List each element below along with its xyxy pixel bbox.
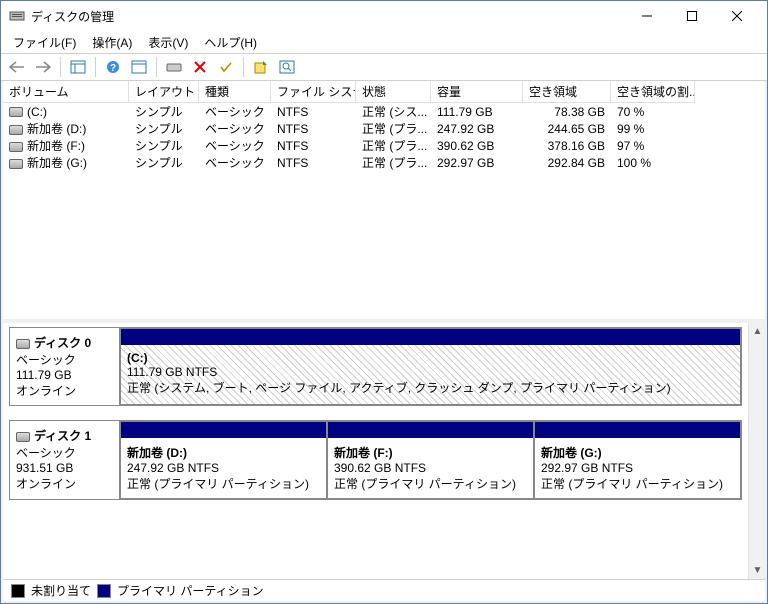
scroll-up-button[interactable]: ▲ xyxy=(749,323,766,340)
disk-button[interactable] xyxy=(162,56,186,78)
app-icon xyxy=(9,8,25,24)
volume-row[interactable]: 新加卷 (D:)シンプルベーシックNTFS正常 (プラ...247.92 GB2… xyxy=(3,120,765,137)
partition-header xyxy=(328,422,533,438)
col-volume[interactable]: ボリューム xyxy=(3,81,129,103)
legend: 未割り当て プライマリ パーティション xyxy=(3,579,765,601)
primary-label: プライマリ パーティション xyxy=(117,582,264,599)
maximize-button[interactable] xyxy=(669,2,714,31)
col-freepct[interactable]: 空き領域の割... xyxy=(611,81,695,103)
primary-swatch xyxy=(97,584,111,598)
col-status[interactable]: 状態 xyxy=(356,81,431,103)
menu-file[interactable]: ファイル(F) xyxy=(7,32,82,53)
delete-button[interactable] xyxy=(188,56,212,78)
forward-button[interactable] xyxy=(31,56,55,78)
disk-icon xyxy=(16,432,30,442)
volume-rows: (C:)シンプルベーシックNTFS正常 (シス...111.79 GB78.38… xyxy=(3,103,765,171)
volume-row[interactable]: 新加卷 (G:)シンプルベーシックNTFS正常 (プラ...292.97 GB2… xyxy=(3,154,765,171)
column-headers: ボリューム レイアウト 種類 ファイル システム 状態 容量 空き領域 空き領域… xyxy=(3,81,765,103)
partition[interactable]: 新加卷 (F:)390.62 GB NTFS正常 (プライマリ パーティション) xyxy=(327,421,534,499)
disk-row: ディスク 0ベーシック111.79 GBオンライン(C:)111.79 GB N… xyxy=(9,327,742,406)
disk-info[interactable]: ディスク 1ベーシック931.51 GBオンライン xyxy=(10,421,120,499)
minimize-button[interactable] xyxy=(624,2,669,31)
partition[interactable]: 新加卷 (G:)292.97 GB NTFS正常 (プライマリ パーティション) xyxy=(534,421,741,499)
titlebar[interactable]: ディスクの管理 xyxy=(1,1,767,31)
close-button[interactable] xyxy=(714,2,759,31)
scroll-down-button[interactable]: ▼ xyxy=(749,562,766,579)
volume-icon xyxy=(9,107,23,117)
volume-list[interactable]: ボリューム レイアウト 種類 ファイル システム 状態 容量 空き領域 空き領域… xyxy=(3,81,765,323)
disk-row: ディスク 1ベーシック931.51 GBオンライン新加卷 (D:)247.92 … xyxy=(9,420,742,500)
col-capacity[interactable]: 容量 xyxy=(431,81,523,103)
content-area: ボリューム レイアウト 種類 ファイル システム 状態 容量 空き領域 空き領域… xyxy=(1,81,767,603)
volume-row[interactable]: (C:)シンプルベーシックNTFS正常 (シス...111.79 GB78.38… xyxy=(3,103,765,120)
disk-info[interactable]: ディスク 0ベーシック111.79 GBオンライン xyxy=(10,328,120,405)
volume-icon xyxy=(9,142,23,152)
col-layout[interactable]: レイアウト xyxy=(129,81,199,103)
disk-partitions: 新加卷 (D:)247.92 GB NTFS正常 (プライマリ パーティション)… xyxy=(120,421,741,499)
partition[interactable]: 新加卷 (D:)247.92 GB NTFS正常 (プライマリ パーティション) xyxy=(120,421,327,499)
disk-partitions: (C:)111.79 GB NTFS正常 (システム, ブート, ページ ファイ… xyxy=(120,328,741,405)
properties-button[interactable] xyxy=(127,56,151,78)
refresh-button[interactable] xyxy=(249,56,273,78)
partition-header xyxy=(121,329,740,345)
unallocated-label: 未割り当て xyxy=(31,582,91,599)
disk-management-window: ディスクの管理 ファイル(F) 操作(A) 表示(V) ヘルプ(H) ? ボリュ… xyxy=(0,0,768,604)
disk-rows: ディスク 0ベーシック111.79 GBオンライン(C:)111.79 GB N… xyxy=(3,323,748,579)
menu-help[interactable]: ヘルプ(H) xyxy=(198,32,263,53)
partition-header xyxy=(121,422,326,438)
help-button[interactable]: ? xyxy=(101,56,125,78)
menu-action[interactable]: 操作(A) xyxy=(86,32,138,53)
partition[interactable]: (C:)111.79 GB NTFS正常 (システム, ブート, ページ ファイ… xyxy=(120,328,741,405)
vertical-scrollbar[interactable]: ▲ ▼ xyxy=(748,323,765,579)
volume-row[interactable]: 新加卷 (F:)シンプルベーシックNTFS正常 (プラ...390.62 GB3… xyxy=(3,137,765,154)
check-button[interactable] xyxy=(214,56,238,78)
volume-icon xyxy=(9,125,23,135)
partition-header xyxy=(535,422,740,438)
disk-graph-view: ディスク 0ベーシック111.79 GBオンライン(C:)111.79 GB N… xyxy=(3,323,765,579)
volume-icon xyxy=(9,159,23,169)
svg-text:?: ? xyxy=(110,63,116,74)
view-options-button[interactable] xyxy=(66,56,90,78)
toolbar: ? xyxy=(1,53,767,81)
back-button[interactable] xyxy=(5,56,29,78)
search-button[interactable] xyxy=(275,56,299,78)
unallocated-swatch xyxy=(11,584,25,598)
menubar: ファイル(F) 操作(A) 表示(V) ヘルプ(H) xyxy=(1,31,767,53)
col-filesystem[interactable]: ファイル システム xyxy=(271,81,356,103)
disk-icon xyxy=(16,339,30,349)
menu-view[interactable]: 表示(V) xyxy=(142,32,194,53)
col-free[interactable]: 空き領域 xyxy=(523,81,611,103)
window-title: ディスクの管理 xyxy=(31,8,624,25)
col-type[interactable]: 種類 xyxy=(199,81,271,103)
